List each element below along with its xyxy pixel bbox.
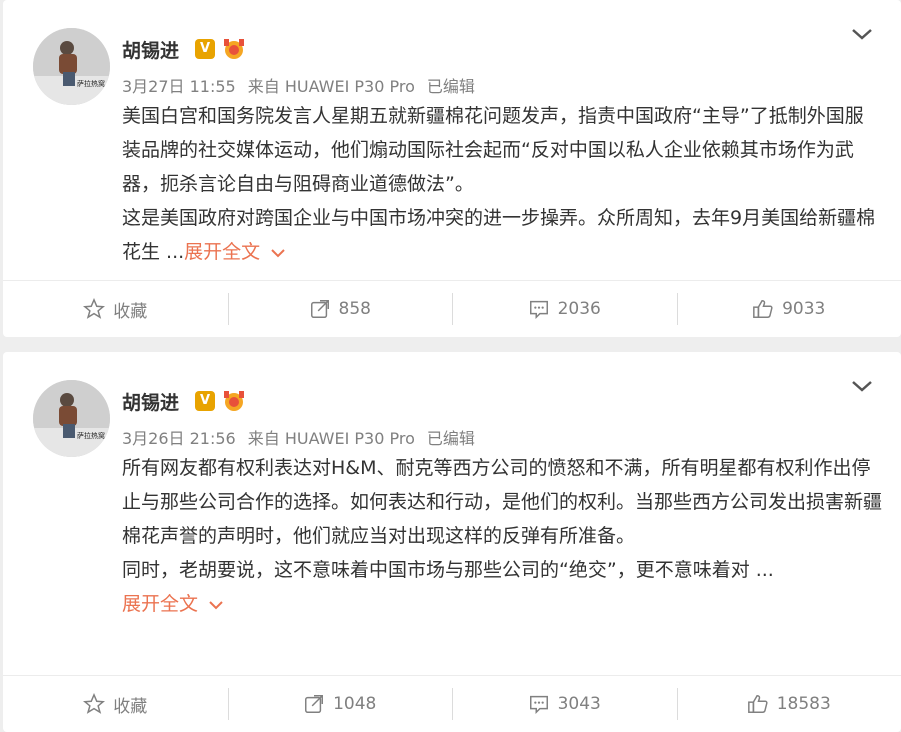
- star-icon: [83, 298, 106, 319]
- like-count: 9033: [782, 299, 826, 319]
- repost-icon: [310, 300, 329, 318]
- verified-badge-icon: V: [195, 391, 215, 411]
- action-bar: 收藏 858 2036 9033: [3, 280, 901, 337]
- weibo-post-card: 萨拉热窝 胡锡进 V 3月27日 11:55 来自 HUAWEI P30 Pro 已…: [3, 0, 901, 337]
- repost-button[interactable]: 1048: [227, 688, 453, 720]
- author-name[interactable]: 胡锡进: [122, 36, 179, 63]
- like-count: 18583: [776, 694, 831, 714]
- author-name[interactable]: 胡锡进: [122, 388, 179, 415]
- verified-badge-icon: V: [195, 39, 215, 59]
- chevron-down-icon[interactable]: [851, 378, 873, 394]
- comment-count: 2036: [557, 299, 601, 319]
- action-bar: 收藏 1048 3043 18583: [3, 675, 901, 732]
- expand-full-text-link[interactable]: 展开全文: [184, 241, 286, 263]
- like-button[interactable]: 9033: [676, 293, 901, 325]
- post-date[interactable]: 3月26日 21:56: [122, 429, 236, 448]
- post-source: 来自 HUAWEI P30 Pro: [247, 429, 415, 448]
- expand-full-text-link[interactable]: 展开全文: [122, 587, 882, 621]
- post-text: 美国白宫和国务院发言人星期五就新疆棉花问题发声，指责中国政府“主导”了抵制外国服…: [122, 99, 882, 269]
- comment-icon: [529, 300, 548, 320]
- paragraph: 这是美国政府对跨国企业与中国市场冲突的进一步操弄。众所周知，去年9月美国给新疆棉…: [122, 201, 882, 269]
- chevron-down-icon[interactable]: [208, 599, 224, 611]
- post-text: 所有网友都有权利表达对H&M、耐克等西方公司的愤怒和不满，所有明星都有权利作出停…: [122, 451, 882, 621]
- post-source: 来自 HUAWEI P30 Pro: [247, 77, 415, 96]
- favorite-button[interactable]: 收藏: [3, 293, 228, 325]
- post-meta: 3月27日 11:55 来自 HUAWEI P30 Pro 已编辑: [122, 73, 487, 97]
- repost-count: 858: [338, 299, 371, 319]
- comment-button[interactable]: 3043: [452, 688, 677, 720]
- paragraph: 同时，老胡要说，这不意味着中国市场与那些公司的“绝交”，更不意味着对 ...: [122, 559, 774, 581]
- star-icon: [83, 693, 106, 714]
- author-avatar[interactable]: 萨拉热窝: [33, 380, 110, 457]
- author-avatar[interactable]: 萨拉热窝: [33, 28, 110, 105]
- paragraph: 所有网友都有权利表达对H&M、耐克等西方公司的愤怒和不满，所有明星都有权利作出停…: [122, 457, 883, 547]
- repost-button[interactable]: 858: [227, 293, 453, 325]
- post-date[interactable]: 3月27日 11:55: [122, 77, 236, 96]
- expand-label[interactable]: 展开全文: [184, 241, 260, 263]
- chevron-down-icon[interactable]: [270, 247, 286, 259]
- favorite-label: 收藏: [113, 301, 148, 322]
- favorite-button[interactable]: 收藏: [3, 688, 228, 720]
- favorite-label: 收藏: [113, 696, 148, 717]
- chevron-down-icon[interactable]: [851, 26, 873, 42]
- svg-text:萨拉热窝: 萨拉热窝: [77, 79, 105, 88]
- repost-icon: [305, 695, 324, 713]
- comment-icon: [529, 695, 548, 715]
- weibo-post-card: 萨拉热窝 胡锡进 V 3月26日 21:56 来自 HUAWEI P30 Pro 已…: [3, 352, 901, 732]
- like-button[interactable]: 18583: [676, 688, 901, 720]
- thumbs-up-icon: [753, 300, 773, 318]
- post-meta: 3月26日 21:56 来自 HUAWEI P30 Pro 已编辑: [122, 425, 487, 449]
- repost-count: 1048: [333, 694, 377, 714]
- edited-label: 已编辑: [426, 429, 475, 448]
- comment-count: 3043: [557, 694, 601, 714]
- expand-label[interactable]: 展开全文: [122, 593, 198, 615]
- comment-button[interactable]: 2036: [452, 293, 677, 325]
- svg-text:萨拉热窝: 萨拉热窝: [77, 431, 105, 440]
- medal-icon: [224, 391, 244, 411]
- edited-label: 已编辑: [426, 77, 475, 96]
- medal-icon: [224, 39, 244, 59]
- paragraph: 美国白宫和国务院发言人星期五就新疆棉花问题发声，指责中国政府“主导”了抵制外国服…: [122, 105, 864, 195]
- thumbs-up-icon: [747, 695, 768, 713]
